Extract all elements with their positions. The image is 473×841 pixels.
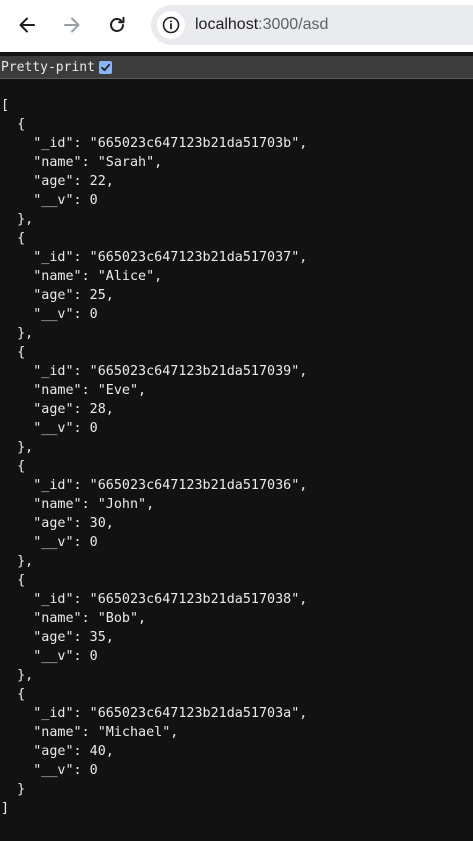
json-field-v: "__v": 0: [1, 421, 98, 436]
json-object-open: {: [1, 459, 26, 474]
arrow-left-icon: [19, 17, 35, 33]
url-path: :3000/asd: [258, 16, 329, 33]
json-object-open: {: [1, 345, 26, 360]
site-info-button[interactable]: [157, 11, 185, 39]
json-field-id: "_id": "665023c647123b21da517037",: [1, 250, 308, 265]
json-field-id: "_id": "665023c647123b21da51703a",: [1, 706, 308, 721]
json-field-id: "_id": "665023c647123b21da517039",: [1, 364, 308, 379]
checkmark-icon: [101, 63, 111, 71]
json-object-close: },: [1, 326, 34, 341]
json-object-close: }: [1, 782, 26, 797]
json-array-open: [: [1, 98, 10, 113]
arrow-right-icon: [64, 17, 80, 33]
json-object-open: {: [1, 573, 26, 588]
json-field-v: "__v": 0: [1, 535, 98, 550]
url-text[interactable]: localhost:3000/asd: [195, 16, 328, 34]
browser-toolbar: localhost:3000/asd: [0, 0, 473, 52]
json-object-close: },: [1, 668, 34, 683]
info-icon: [162, 16, 180, 34]
json-field-id: "_id": "665023c647123b21da517036",: [1, 478, 308, 493]
address-bar[interactable]: localhost:3000/asd: [151, 5, 473, 45]
json-field-name: "name": "Bob",: [1, 611, 147, 626]
forward-button[interactable]: [53, 6, 91, 44]
json-field-v: "__v": 0: [1, 307, 98, 322]
json-field-age: "age": 35,: [1, 630, 114, 645]
json-field-v: "__v": 0: [1, 193, 98, 208]
json-field-name: "name": "Eve",: [1, 383, 147, 398]
json-object-open: {: [1, 117, 26, 132]
json-field-name: "name": "Michael",: [1, 725, 179, 740]
pretty-print-bar: Pretty-print: [0, 56, 473, 79]
json-object-close: },: [1, 212, 34, 227]
reload-button[interactable]: [98, 6, 136, 44]
json-field-name: "name": "John",: [1, 497, 155, 512]
json-content: [ { "_id": "665023c647123b21da51703b", "…: [1, 96, 307, 818]
pretty-print-checkbox[interactable]: [98, 60, 112, 74]
json-field-age: "age": 25,: [1, 288, 114, 303]
json-field-id: "_id": "665023c647123b21da517038",: [1, 592, 308, 607]
json-field-name: "name": "Sarah",: [1, 155, 163, 170]
json-object-close: },: [1, 554, 34, 569]
json-object-open: {: [1, 231, 26, 246]
json-object-close: },: [1, 440, 34, 455]
json-field-age: "age": 28,: [1, 402, 114, 417]
back-button[interactable]: [8, 6, 46, 44]
pretty-print-label: Pretty-print: [1, 59, 95, 75]
json-field-age: "age": 40,: [1, 744, 114, 759]
json-field-v: "__v": 0: [1, 649, 98, 664]
json-field-v: "__v": 0: [1, 763, 98, 778]
json-field-id: "_id": "665023c647123b21da51703b",: [1, 136, 308, 151]
json-field-name: "name": "Alice",: [1, 269, 163, 284]
json-field-age: "age": 30,: [1, 516, 114, 531]
reload-icon: [110, 16, 125, 32]
json-field-age: "age": 22,: [1, 174, 114, 189]
json-object-open: {: [1, 687, 26, 702]
url-host: localhost: [195, 16, 259, 33]
json-array-close: ]: [1, 801, 10, 816]
